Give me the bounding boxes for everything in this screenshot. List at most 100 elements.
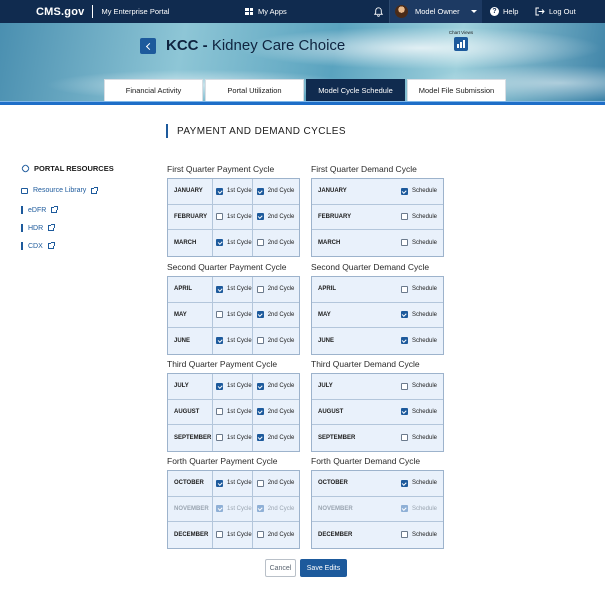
tab-financial-activity[interactable]: Financial Activity — [104, 79, 203, 101]
checkbox[interactable] — [216, 434, 223, 442]
checkbox[interactable] — [256, 285, 264, 293]
first-cycle-option[interactable]: 1st Cycle — [213, 179, 252, 204]
checkbox[interactable] — [256, 337, 264, 345]
checkbox[interactable] — [256, 382, 264, 390]
portal-resources-heading: PORTAL RESOURCES — [20, 163, 114, 174]
schedule-option[interactable]: Schedule — [398, 471, 443, 496]
first-cycle-option[interactable]: 1st Cycle — [213, 205, 252, 230]
checkbox[interactable] — [400, 187, 408, 195]
second-cycle-option[interactable]: 2nd Cycle — [251, 277, 294, 302]
tab-model-file-submission[interactable]: Model File Submission — [407, 79, 506, 101]
first-cycle-option[interactable]: 1st Cycle — [213, 303, 252, 328]
checkbox[interactable] — [216, 285, 223, 293]
checkbox[interactable] — [216, 479, 223, 487]
second-cycle-option[interactable]: 2nd Cycle — [251, 399, 294, 425]
option-label: 1st Cycle — [227, 531, 252, 538]
second-cycle-option[interactable]: 2nd Cycle — [251, 179, 294, 204]
tab-model-cycle-schedule[interactable]: Model Cycle Schedule — [306, 79, 405, 101]
checkbox[interactable] — [256, 531, 264, 539]
back-button[interactable] — [140, 38, 156, 54]
cancel-button[interactable]: Cancel — [265, 559, 296, 577]
first-cycle-option[interactable]: 1st Cycle — [213, 522, 252, 548]
first-cycle-option[interactable]: 1st Cycle — [213, 277, 252, 302]
second-cycle-option[interactable]: 2nd Cycle — [251, 328, 294, 354]
logout-button[interactable]: Log Out — [535, 0, 576, 23]
schedule-option[interactable]: Schedule — [398, 277, 443, 302]
second-cycle-option[interactable]: 2nd Cycle — [251, 425, 294, 451]
checkbox[interactable] — [216, 311, 223, 319]
second-cycle-option[interactable]: 2nd Cycle — [251, 374, 294, 399]
save-edits-button[interactable]: Save Edits — [300, 559, 347, 577]
checkbox[interactable] — [256, 479, 264, 487]
second-cycle-option[interactable]: 2nd Cycle — [251, 496, 294, 522]
checkbox[interactable] — [256, 408, 264, 416]
checkbox[interactable] — [400, 239, 408, 247]
schedule-option[interactable]: Schedule — [398, 374, 443, 399]
second-cycle-option[interactable]: 2nd Cycle — [251, 302, 294, 328]
first-cycle-option[interactable]: 1st Cycle — [213, 471, 252, 496]
table-row: APRIL Schedule — [312, 277, 443, 303]
sidebar-item-edfr[interactable]: eDFR — [21, 206, 59, 214]
second-cycle-option[interactable]: 2nd Cycle — [251, 230, 294, 256]
checkbox[interactable] — [216, 382, 223, 390]
month-label: APRIL — [318, 286, 336, 293]
table-row: MAY Schedule — [312, 303, 443, 329]
checkbox[interactable] — [400, 479, 408, 487]
schedule-option[interactable]: Schedule — [398, 179, 443, 204]
option-label: 1st Cycle — [227, 408, 252, 415]
schedule-option[interactable]: Schedule — [398, 400, 443, 425]
sidebar-item-hdr[interactable]: HDR — [21, 224, 56, 232]
checkbox[interactable] — [216, 337, 223, 345]
first-cycle-option[interactable]: 1st Cycle — [213, 328, 252, 354]
first-cycle-option[interactable]: 1st Cycle — [213, 374, 252, 399]
checkbox[interactable] — [256, 213, 264, 221]
option-label: 1st Cycle — [227, 505, 252, 512]
checkbox[interactable] — [216, 239, 223, 247]
checkbox[interactable] — [400, 408, 408, 416]
schedule-option[interactable]: Schedule — [398, 522, 443, 548]
checkbox[interactable] — [216, 505, 223, 513]
second-cycle-option[interactable]: 2nd Cycle — [251, 204, 294, 230]
checkbox[interactable] — [216, 187, 223, 195]
user-name: Model Owner — [415, 7, 460, 16]
checkbox[interactable] — [400, 213, 408, 221]
checkbox[interactable] — [256, 434, 264, 442]
second-cycle-option[interactable]: 2nd Cycle — [251, 471, 294, 496]
user-menu[interactable]: Model Owner — [390, 0, 482, 23]
first-cycle-option[interactable]: 1st Cycle — [213, 425, 252, 451]
checkbox[interactable] — [216, 408, 223, 416]
checkbox[interactable] — [400, 285, 408, 293]
checkbox[interactable] — [400, 382, 408, 390]
checkbox[interactable] — [400, 311, 408, 319]
checkbox[interactable] — [256, 187, 264, 195]
tab-portal-utilization[interactable]: Portal Utilization — [205, 79, 304, 101]
checkbox[interactable] — [256, 505, 264, 513]
second-cycle-option[interactable]: 2nd Cycle — [251, 522, 294, 548]
first-cycle-option[interactable]: 1st Cycle — [213, 230, 252, 256]
first-cycle-option[interactable]: 1st Cycle — [213, 497, 252, 522]
checkbox[interactable] — [400, 434, 408, 442]
checkbox[interactable] — [256, 311, 264, 319]
schedule-option[interactable]: Schedule — [398, 205, 443, 230]
chart-views-button[interactable]: Chart Views — [448, 30, 474, 51]
schedule-option[interactable]: Schedule — [398, 230, 443, 256]
checkbox[interactable] — [400, 337, 408, 345]
sidebar-item-resource-library[interactable]: Resource Library — [21, 186, 99, 194]
checkbox[interactable] — [216, 213, 223, 221]
first-cycle-option[interactable]: 1st Cycle — [213, 400, 252, 425]
checkbox[interactable] — [256, 239, 264, 247]
book-icon — [21, 187, 28, 194]
checkbox[interactable] — [216, 531, 223, 539]
notifications-button[interactable] — [368, 0, 390, 23]
schedule-option[interactable]: Schedule — [398, 425, 443, 451]
schedule-option[interactable]: Schedule — [398, 497, 443, 522]
schedule-option[interactable]: Schedule — [398, 303, 443, 328]
schedule-option[interactable]: Schedule — [398, 328, 443, 354]
brand-logo[interactable]: CMS.gov — [36, 6, 84, 18]
checkbox[interactable] — [400, 505, 408, 513]
sidebar-item-cdx[interactable]: CDX — [21, 242, 55, 250]
option-label: 1st Cycle — [227, 239, 252, 246]
my-apps-button[interactable]: My Apps — [245, 0, 287, 23]
help-button[interactable]: ? Help — [490, 0, 518, 23]
checkbox[interactable] — [400, 531, 408, 539]
